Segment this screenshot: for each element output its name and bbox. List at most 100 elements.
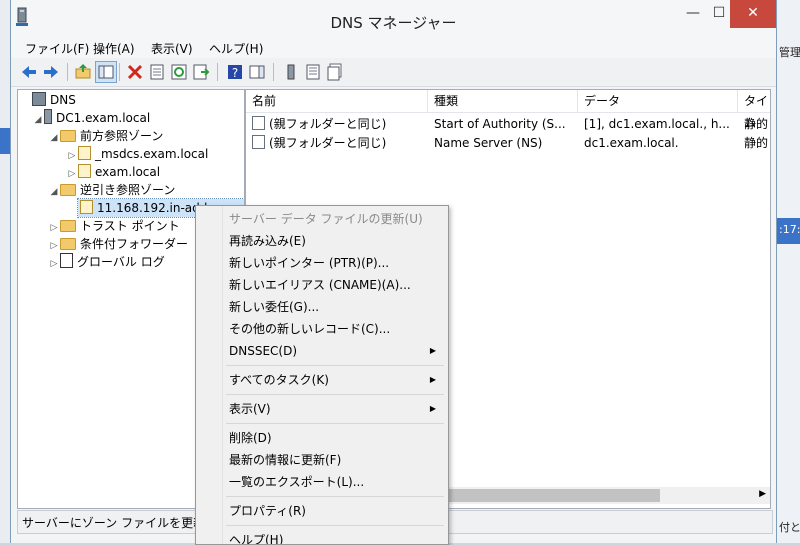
- record-type: Start of Authority (S...: [434, 117, 566, 131]
- record-icon: [252, 135, 265, 149]
- menu-item-export-list[interactable]: 一覧のエクスポート(L)...: [196, 471, 448, 493]
- tree-item-msdcs[interactable]: ▷ _msdcs.exam.local: [66, 145, 208, 163]
- table-row[interactable]: (親フォルダーと同じ) Name Server (NS) dc1.exam.lo…: [246, 134, 770, 153]
- collapse-icon[interactable]: ◢: [48, 129, 60, 147]
- export-list-icon[interactable]: [191, 62, 211, 82]
- menu-item-label: すべてのタスク(K): [229, 373, 329, 387]
- tree-label: 条件付フォワーダー: [80, 237, 189, 251]
- tree-label: DNS: [50, 93, 76, 107]
- menu-item-reload[interactable]: 再読み込み(E): [196, 230, 448, 252]
- menu-separator: [226, 525, 444, 526]
- menu-item-label: 削除(D): [229, 431, 272, 445]
- tree-item-global-logs[interactable]: ▷ グローバル ログ: [48, 253, 165, 271]
- menu-item-delete[interactable]: 削除(D): [196, 427, 448, 449]
- submenu-arrow-icon: ▶: [429, 375, 436, 384]
- menu-separator: [226, 496, 444, 497]
- tree-item-reverse-zones[interactable]: ◢ 逆引き参照ゾーン: [48, 181, 176, 201]
- menu-separator: [226, 394, 444, 395]
- background-text: :17:: [779, 223, 800, 236]
- menu-item-all-tasks[interactable]: すべてのタスク(K) ▶: [196, 369, 448, 391]
- records-icon[interactable]: [325, 62, 345, 82]
- collapse-icon[interactable]: ◢: [32, 111, 44, 129]
- menu-item-label: 新しい委任(G)...: [229, 300, 320, 314]
- tree-item-trust-points[interactable]: ▷ トラスト ポイント: [48, 217, 180, 235]
- svg-text:?: ?: [232, 66, 238, 80]
- menu-item-label: サーバー データ ファイルの更新(U): [229, 212, 423, 226]
- tree-item-conditional-forwarders[interactable]: ▷ 条件付フォワーダー: [48, 235, 188, 253]
- log-icon: [60, 253, 73, 268]
- forward-arrow-icon[interactable]: [41, 62, 61, 82]
- action-pane-icon[interactable]: [247, 62, 267, 82]
- column-header-type[interactable]: 種類: [428, 90, 578, 112]
- tree-item-dns[interactable]: DNS: [20, 91, 76, 109]
- record-name: (親フォルダーと同じ): [269, 117, 387, 131]
- back-arrow-icon[interactable]: [19, 62, 39, 82]
- background-text: 管理(: [779, 46, 800, 59]
- column-header-name[interactable]: 名前: [246, 90, 428, 112]
- tree-label: exam.local: [95, 165, 161, 179]
- menu-separator: [226, 423, 444, 424]
- menu-help[interactable]: ヘルプ(H): [203, 40, 269, 57]
- record-data: dc1.exam.local.: [584, 136, 679, 150]
- submenu-arrow-icon: ▶: [429, 404, 436, 413]
- menu-bar: ファイル(F) 操作(A) 表示(V) ヘルプ(H): [11, 38, 776, 58]
- record-timestamp: 静的: [744, 136, 769, 150]
- table-row[interactable]: (親フォルダーと同じ) Start of Authority (S... [1]…: [246, 115, 770, 134]
- help-icon[interactable]: ?: [225, 62, 245, 82]
- menu-item-update-server-file[interactable]: サーバー データ ファイルの更新(U): [196, 208, 448, 230]
- menu-item-other-records[interactable]: その他の新しいレコード(C)...: [196, 318, 448, 340]
- title-bar: DNS マネージャー — ☐ ✕: [11, 0, 776, 38]
- menu-item-dnssec[interactable]: DNSSEC(D) ▶: [196, 340, 448, 362]
- submenu-arrow-icon: ▶: [429, 346, 436, 355]
- menu-item-new-delegation[interactable]: 新しい委任(G)...: [196, 296, 448, 318]
- server-icon: [44, 109, 52, 124]
- menu-item-properties[interactable]: プロパティ(R): [196, 500, 448, 522]
- menu-item-new-cname[interactable]: 新しいエイリアス (CNAME)(A)...: [196, 274, 448, 296]
- menu-item-label: 再読み込み(E): [229, 234, 306, 248]
- tree-label: 逆引き参照ゾーン: [80, 183, 176, 197]
- refresh-icon[interactable]: [169, 62, 189, 82]
- background-text: 付と時: [779, 521, 800, 534]
- tree-label: トラスト ポイント: [80, 219, 180, 233]
- tree-label: グローバル ログ: [77, 255, 165, 269]
- background-window-left: [0, 0, 10, 543]
- server-icon[interactable]: [281, 62, 301, 82]
- zone-icon: [78, 164, 91, 178]
- tree-label: 前方参照ゾーン: [80, 129, 164, 143]
- column-header-data[interactable]: データ: [578, 90, 738, 112]
- tree-item-server[interactable]: ◢ DC1.exam.local: [32, 109, 150, 127]
- menu-item-refresh[interactable]: 最新の情報に更新(F): [196, 449, 448, 471]
- menu-item-label: 表示(V): [229, 402, 271, 416]
- menu-action[interactable]: 操作(A): [87, 40, 141, 57]
- zone-list-icon[interactable]: [303, 62, 323, 82]
- menu-file[interactable]: ファイル(F): [19, 40, 95, 57]
- folder-icon: [60, 220, 76, 232]
- up-folder-icon[interactable]: [73, 62, 93, 82]
- close-button[interactable]: ✕: [730, 0, 776, 28]
- record-icon: [252, 116, 265, 130]
- menu-view[interactable]: 表示(V): [145, 40, 199, 57]
- folder-icon: [60, 184, 76, 196]
- background-window-right: 管理( :17: 付と時: [776, 0, 800, 543]
- menu-item-label: DNSSEC(D): [229, 344, 298, 358]
- menu-item-view[interactable]: 表示(V) ▶: [196, 398, 448, 420]
- menu-item-label: 新しいポインター (PTR)(P)...: [229, 256, 390, 270]
- menu-item-label: その他の新しいレコード(C)...: [229, 322, 391, 336]
- menu-separator: [226, 365, 444, 366]
- expand-icon[interactable]: ▷: [48, 255, 60, 273]
- context-menu: サーバー データ ファイルの更新(U) 再読み込み(E) 新しいポインター (P…: [195, 205, 449, 545]
- tree-item-exam-local[interactable]: ▷ exam.local: [66, 163, 160, 181]
- tree-item-forward-zones[interactable]: ◢ 前方参照ゾーン: [48, 127, 164, 147]
- record-name: (親フォルダーと同じ): [269, 136, 387, 150]
- properties-icon[interactable]: [147, 62, 167, 82]
- delete-icon[interactable]: [125, 62, 145, 82]
- record-timestamp: 静的: [744, 117, 769, 131]
- console-tree-icon[interactable]: [95, 61, 117, 83]
- column-header-timestamp[interactable]: タイム: [738, 90, 770, 130]
- collapse-icon[interactable]: ◢: [48, 183, 60, 201]
- menu-item-label: 新しいエイリアス (CNAME)(A)...: [229, 278, 411, 292]
- menu-item-new-ptr[interactable]: 新しいポインター (PTR)(P)...: [196, 252, 448, 274]
- scroll-right-icon[interactable]: ▶: [759, 489, 766, 499]
- dns-icon: [32, 92, 46, 106]
- tree-label: _msdcs.exam.local: [95, 147, 209, 161]
